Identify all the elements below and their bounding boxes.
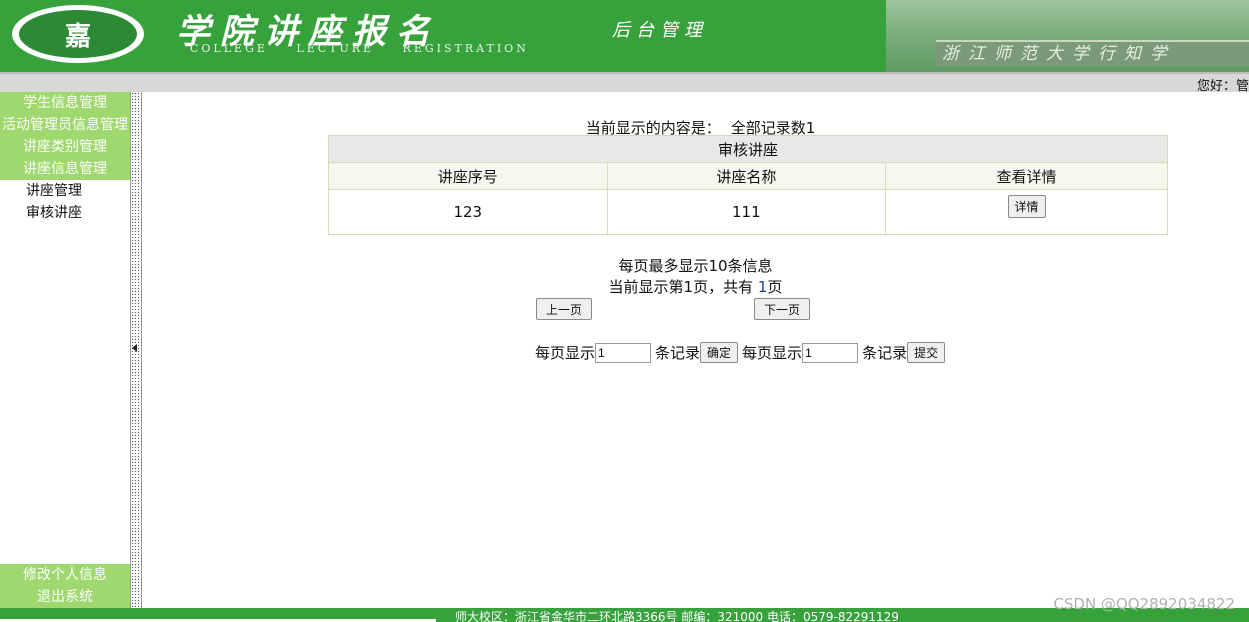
page-indicator: 当前显示第1页，共有 1页 (142, 276, 1249, 297)
site-title-english: COLLEGE LECTURE REGISTRATION (190, 42, 529, 55)
sidebar: 学生信息管理 活动管理员信息管理 讲座类别管理 讲座信息管理 讲座管理 审核讲座… (0, 92, 130, 608)
sidebar-bottom: 修改个人信息 退出系统 (0, 564, 130, 608)
header-photo: 浙江师范大学行知学 (886, 0, 1249, 72)
logo-emblem: 嘉 (19, 10, 137, 58)
banner-caption: 浙江师范大学行知学 (936, 40, 1249, 66)
per-page-max-text: 每页最多显示10条信息 (618, 257, 773, 275)
menu-lecture-category[interactable]: 讲座类别管理 (0, 136, 130, 158)
table-row: 123 111 详情 (328, 189, 1168, 235)
cell-lecture-name: 111 (606, 189, 887, 235)
submit-button[interactable]: 提交 (907, 342, 946, 363)
submenu-lecture-manage[interactable]: 讲座管理 (0, 180, 130, 202)
footer-address: 师大校区：浙江省金华市二环北路3366号 邮编：321000 电话：0579-8… (455, 610, 899, 622)
menu-edit-profile[interactable]: 修改个人信息 (0, 564, 130, 586)
column-header-name: 讲座名称 (606, 162, 887, 190)
page-prefix: 当前显示第1页，共有 (608, 278, 754, 296)
table-caption: 审核讲座 (328, 135, 1168, 163)
menu-student-info[interactable]: 学生信息管理 (0, 92, 130, 114)
page-total: 1 (757, 278, 768, 296)
detail-button[interactable]: 详情 (1007, 194, 1046, 218)
school-logo: 嘉 (12, 5, 144, 63)
submenu-lecture-review[interactable]: 审核讲座 (0, 202, 130, 224)
review-lecture-table: 审核讲座 讲座序号 讲座名称 查看详情 123 111 详情 (328, 135, 1168, 235)
per-page-label: 每页显示 (535, 344, 596, 362)
menu-admin-info[interactable]: 活动管理员信息管理 (0, 114, 130, 136)
column-header-detail: 查看详情 (885, 162, 1168, 190)
header-banner: 嘉 学院讲座报名 后台管理 COLLEGE LECTURE REGISTRATI… (0, 0, 1249, 72)
cell-detail: 详情 (885, 189, 1168, 235)
column-header-id: 讲座序号 (328, 162, 608, 190)
prev-page-button[interactable]: 上一页 (536, 298, 592, 320)
confirm-button[interactable]: 确定 (700, 342, 739, 363)
per-page-input[interactable] (595, 342, 652, 363)
collapse-arrow-icon[interactable] (132, 344, 137, 352)
page-size-form: 每页显示 条记录 确定 每页显示 条记录 提交 (535, 342, 946, 363)
cell-lecture-id: 123 (328, 189, 608, 235)
menu-lecture-info[interactable]: 讲座信息管理 (0, 158, 130, 180)
watermark: CSDN @QQ2892034822 (1053, 595, 1235, 613)
main-content: 当前显示的内容是： 全部记录数1 审核讲座 讲座序号 讲座名称 查看详情 123 … (142, 92, 1249, 608)
page-suffix: 页 (767, 278, 783, 296)
next-page-button[interactable]: 下一页 (754, 298, 810, 320)
per-page-input-2[interactable] (802, 342, 859, 363)
site-subtitle: 后台管理 (612, 20, 708, 41)
menu-logout[interactable]: 退出系统 (0, 586, 130, 608)
per-page-label-2: 每页显示 (742, 344, 803, 362)
top-status-bar: 您好：管 (0, 72, 1249, 94)
records-label: 条记录 (655, 344, 701, 362)
records-label-2: 条记录 (862, 344, 908, 362)
